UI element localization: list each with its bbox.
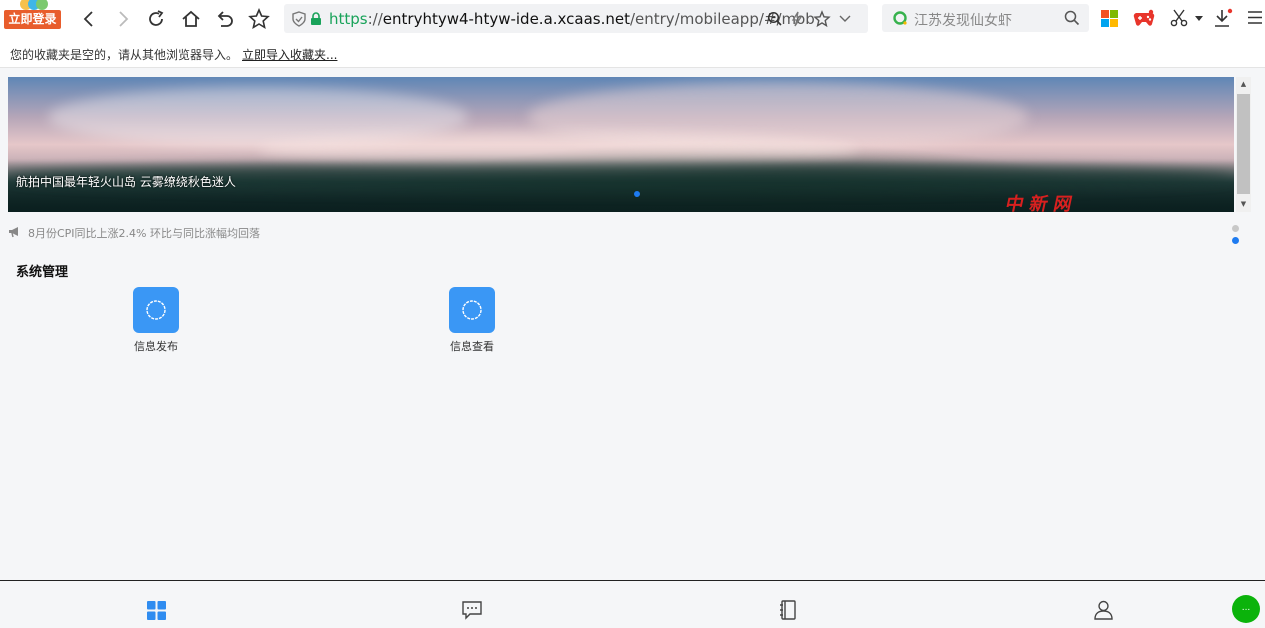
browser-logo-icon [20, 0, 48, 10]
bottom-tabbar [0, 580, 1265, 628]
lightning-icon[interactable] [790, 11, 804, 27]
reload-icon[interactable] [143, 6, 169, 32]
banner-caption: 航拍中国最年轻火山岛 云雾缭绕秋色迷人 [16, 175, 236, 189]
zoom-icon[interactable] [767, 11, 783, 27]
bookmarks-bar: 您的收藏夹是空的，请从其他浏览器导入。 立即导入收藏夹... [0, 38, 1265, 68]
app-label[interactable]: 信息发布 [121, 338, 191, 354]
info-publish-button[interactable] [133, 287, 179, 333]
loading-circle-icon [462, 300, 482, 320]
home-icon[interactable] [178, 6, 204, 32]
shield-icon [292, 11, 306, 27]
pagination-dot-active[interactable] [1232, 237, 1239, 244]
back-icon[interactable] [76, 6, 102, 32]
megaphone-icon [9, 227, 18, 238]
address-book-icon [780, 600, 796, 620]
user-icon [1093, 600, 1113, 620]
section-title: 系统管理 [16, 265, 69, 280]
chevron-down-icon[interactable] [839, 14, 851, 24]
info-view-button[interactable] [449, 287, 495, 333]
bookmarks-empty-notice: 您的收藏夹是空的，请从其他浏览器导入。 [10, 48, 239, 62]
search-input[interactable]: 江苏发现仙女虾 [882, 4, 1089, 32]
loading-circle-icon [146, 300, 166, 320]
bookmark-star-icon[interactable] [813, 10, 831, 28]
forward-icon[interactable] [110, 6, 136, 32]
scrollbar[interactable]: ▲ ▼ [1236, 77, 1251, 212]
address-bar[interactable]: https://entryhtyw4-htyw-ide.a.xcaas.net/… [284, 4, 868, 33]
browser-toolbar: 立即登录 https://entryhtyw4-htyw-ide.a.xcaas… [0, 0, 1265, 38]
search-engine-icon [893, 11, 907, 25]
app-label[interactable]: 信息查看 [437, 338, 507, 354]
favorite-star-icon[interactable] [246, 6, 272, 32]
scissors-icon[interactable] [1170, 9, 1188, 27]
tab-profile[interactable] [1092, 599, 1114, 621]
search-placeholder: 江苏发现仙女虾 [914, 13, 1012, 29]
chat-icon [462, 600, 482, 620]
scroll-down-arrow[interactable]: ▼ [1236, 197, 1251, 211]
search-icon[interactable] [1064, 10, 1080, 26]
import-bookmarks-link[interactable]: 立即导入收藏夹... [242, 46, 337, 63]
download-icon[interactable] [1213, 8, 1233, 28]
menu-icon[interactable] [1248, 11, 1262, 24]
caret-down-icon[interactable] [1195, 16, 1203, 22]
banner-watermark: 中新网 [1003, 194, 1080, 212]
banner-carousel[interactable]: 航拍中国最年轻火山岛 云雾缭绕秋色迷人 中新网 [8, 77, 1234, 212]
scroll-up-arrow[interactable]: ▲ [1236, 77, 1251, 91]
news-pagination [1232, 225, 1239, 245]
lock-icon [311, 12, 321, 25]
tab-contacts[interactable] [777, 599, 799, 621]
tab-home[interactable] [145, 599, 167, 621]
floating-action-button[interactable]: ... [1232, 595, 1260, 623]
tab-messages[interactable] [461, 599, 483, 621]
undo-icon[interactable] [212, 6, 238, 32]
url-text[interactable]: https://entryhtyw4-htyw-ide.a.xcaas.net/… [329, 10, 815, 28]
pagination-dot[interactable] [1232, 225, 1239, 232]
grid-icon [146, 600, 166, 620]
banner-pagination-dot[interactable] [634, 191, 640, 197]
apps-grid-icon[interactable] [1101, 10, 1118, 27]
page-content: 航拍中国最年轻火山岛 云雾缭绕秋色迷人 中新网 ▲ ▼ 8月份CPI同比上涨2.… [0, 68, 1265, 580]
scroll-thumb[interactable] [1237, 94, 1250, 194]
news-headline[interactable]: 8月份CPI同比上涨2.4% 环比与同比涨幅均回落 [28, 225, 260, 241]
gamepad-icon[interactable] [1133, 9, 1155, 27]
login-button[interactable]: 立即登录 [4, 10, 61, 29]
